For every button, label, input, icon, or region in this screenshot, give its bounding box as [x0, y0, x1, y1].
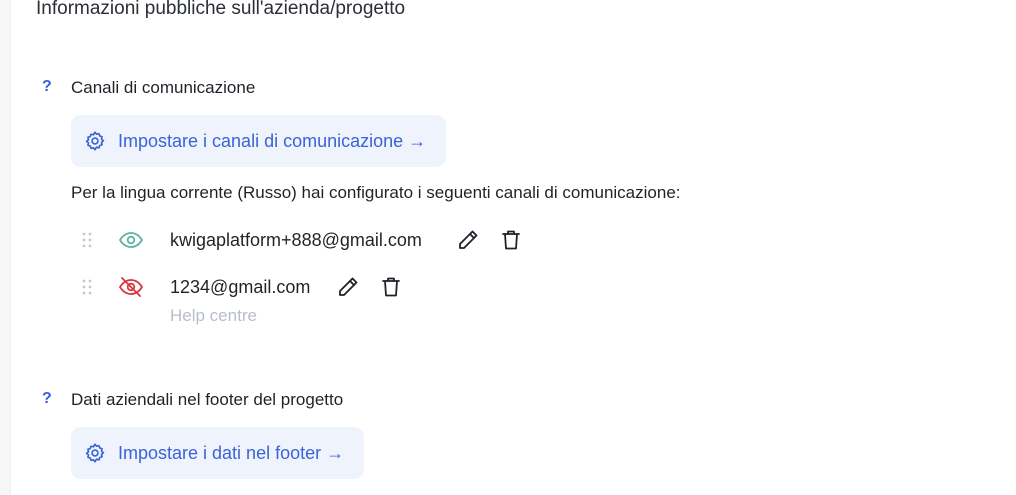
pencil-icon[interactable]	[336, 275, 360, 299]
gear-icon	[84, 130, 106, 152]
channel-value: kwigaplatform+888@gmail.com	[170, 230, 422, 250]
trash-icon[interactable]	[379, 275, 403, 299]
channels-info-text: Per la lingua corrente (Russo) hai confi…	[71, 183, 681, 202]
section-title-footer: Dati aziendali nel footer del progetto	[71, 390, 344, 409]
page-title: Informazioni pubbliche sull'azienda/prog…	[36, 0, 406, 19]
set-footer-data-label: Impostare i dati nel footer →	[118, 442, 345, 463]
channel-value: 1234@gmail.com	[170, 277, 311, 297]
help-icon[interactable]: ?	[42, 78, 52, 96]
set-footer-data-button[interactable]: Impostare i dati nel footer →	[71, 427, 364, 479]
drag-handle-icon[interactable]	[80, 230, 94, 250]
drag-handle-icon[interactable]	[80, 277, 94, 297]
section-title-channels: Canali di comunicazione	[71, 78, 256, 97]
eye-off-icon[interactable]	[118, 275, 144, 299]
left-rail	[0, 0, 11, 495]
channel-sublabel: Help centre	[170, 306, 257, 325]
gear-icon	[84, 442, 106, 464]
help-icon[interactable]: ?	[42, 390, 52, 408]
pencil-icon[interactable]	[456, 228, 480, 252]
trash-icon[interactable]	[499, 228, 523, 252]
set-channels-label: Impostare i canali di comunicazione →	[118, 130, 427, 151]
set-channels-button[interactable]: Impostare i canali di comunicazione →	[71, 115, 446, 167]
eye-icon[interactable]	[118, 228, 144, 252]
